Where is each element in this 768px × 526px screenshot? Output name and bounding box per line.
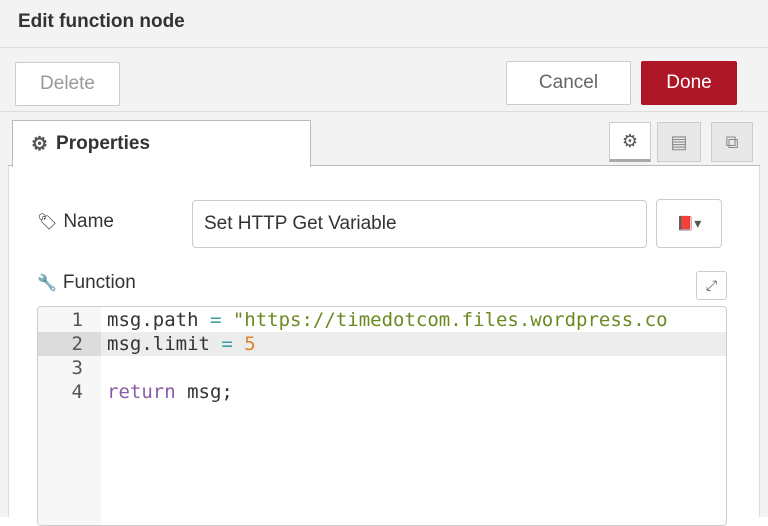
line-number: 4 xyxy=(38,380,83,404)
code-line[interactable]: 4 return msg; xyxy=(38,380,727,404)
node-properties-button[interactable]: ⚙ xyxy=(609,122,651,162)
done-button[interactable]: Done xyxy=(641,61,737,105)
line-number: 2 xyxy=(38,332,101,356)
name-input[interactable]: Set HTTP Get Variable xyxy=(192,200,647,248)
code-text: return msg; xyxy=(107,380,233,404)
description-button[interactable]: ▤ xyxy=(657,122,701,162)
code-editor[interactable]: 1 msg.path = "https://timedotcom.files.wo… xyxy=(37,306,727,526)
line-number: 1 xyxy=(38,308,83,332)
appearance-button[interactable]: ⧉ xyxy=(711,122,753,162)
code-text: msg.limit = 5 xyxy=(107,332,256,356)
gear-icon: ⚙ xyxy=(622,131,638,152)
tab-label: Properties xyxy=(56,133,150,155)
document-icon: ▤ xyxy=(670,132,687,153)
cancel-button[interactable]: Cancel xyxy=(506,61,631,105)
tab-properties[interactable]: ⚙ Properties xyxy=(12,120,311,167)
frame-icon: ⧉ xyxy=(726,132,739,153)
name-label: 🏷 Name xyxy=(37,211,114,233)
delete-button[interactable]: Delete xyxy=(15,62,120,106)
library-dropdown-button[interactable]: 📕▾ xyxy=(656,199,722,248)
book-icon: 📕 xyxy=(677,215,694,232)
dialog-title: Edit function node xyxy=(18,11,185,33)
caret-down-icon: ▾ xyxy=(694,215,701,232)
function-label: 🔧 Function xyxy=(37,272,136,294)
expand-editor-button[interactable]: ⤢ xyxy=(696,271,727,300)
line-number: 3 xyxy=(38,356,83,380)
code-line[interactable]: 3 xyxy=(38,356,727,380)
tag-icon: 🏷 xyxy=(37,212,57,232)
code-line[interactable]: 1 msg.path = "https://timedotcom.files.wo… xyxy=(38,308,727,332)
expand-icon: ⤢ xyxy=(706,277,717,294)
wrench-icon: 🔧 xyxy=(37,273,57,293)
code-text: msg.path = "https://timedotcom.files.wor… xyxy=(107,308,668,332)
code-line[interactable]: 2msg.limit = 5 xyxy=(38,332,727,356)
gear-icon: ⚙ xyxy=(31,133,48,156)
